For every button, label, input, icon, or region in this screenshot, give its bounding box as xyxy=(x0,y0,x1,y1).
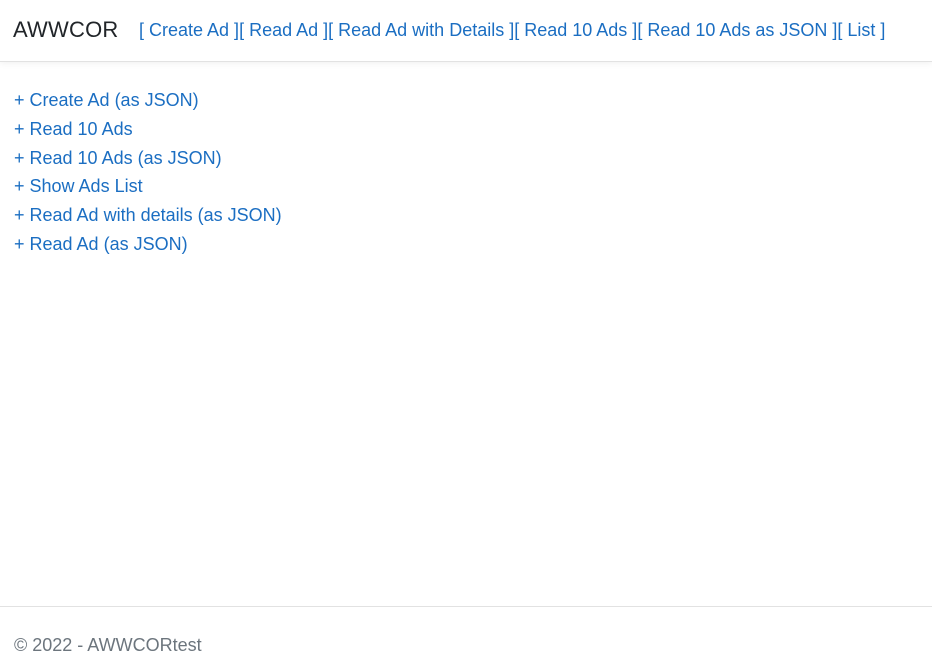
nav-link-list[interactable]: [ List ] xyxy=(837,18,885,42)
nav-link-read-ad-with-details[interactable]: [ Read Ad with Details ] xyxy=(328,18,514,42)
link-read-10-ads[interactable]: + Read 10 Ads xyxy=(14,115,282,144)
link-create-ad-json[interactable]: + Create Ad (as JSON) xyxy=(14,86,282,115)
brand-link[interactable]: AWWCOR xyxy=(13,16,118,44)
copyright-text: © 2022 - AWWCORtest xyxy=(14,635,202,655)
link-read-ad-details-json[interactable]: + Read Ad with details (as JSON) xyxy=(14,201,282,230)
nav-link-read-ad[interactable]: [ Read Ad ] xyxy=(239,18,328,42)
navbar: AWWCOR [ Create Ad ] [ Read Ad ] [ Read … xyxy=(0,0,932,62)
footer: © 2022 - AWWCORtest xyxy=(0,606,932,672)
nav-link-read-10-ads[interactable]: [ Read 10 Ads ] xyxy=(514,18,637,42)
nav-link-create-ad[interactable]: [ Create Ad ] xyxy=(139,18,239,42)
nav-link-read-10-ads-json[interactable]: [ Read 10 Ads as JSON ] xyxy=(637,18,837,42)
main-content: + Create Ad (as JSON) + Read 10 Ads + Re… xyxy=(14,86,282,259)
link-show-ads-list[interactable]: + Show Ads List xyxy=(14,172,282,201)
top-nav: [ Create Ad ] [ Read Ad ] [ Read Ad with… xyxy=(139,18,885,42)
link-read-ad-json[interactable]: + Read Ad (as JSON) xyxy=(14,230,282,259)
link-read-10-ads-json[interactable]: + Read 10 Ads (as JSON) xyxy=(14,144,282,173)
